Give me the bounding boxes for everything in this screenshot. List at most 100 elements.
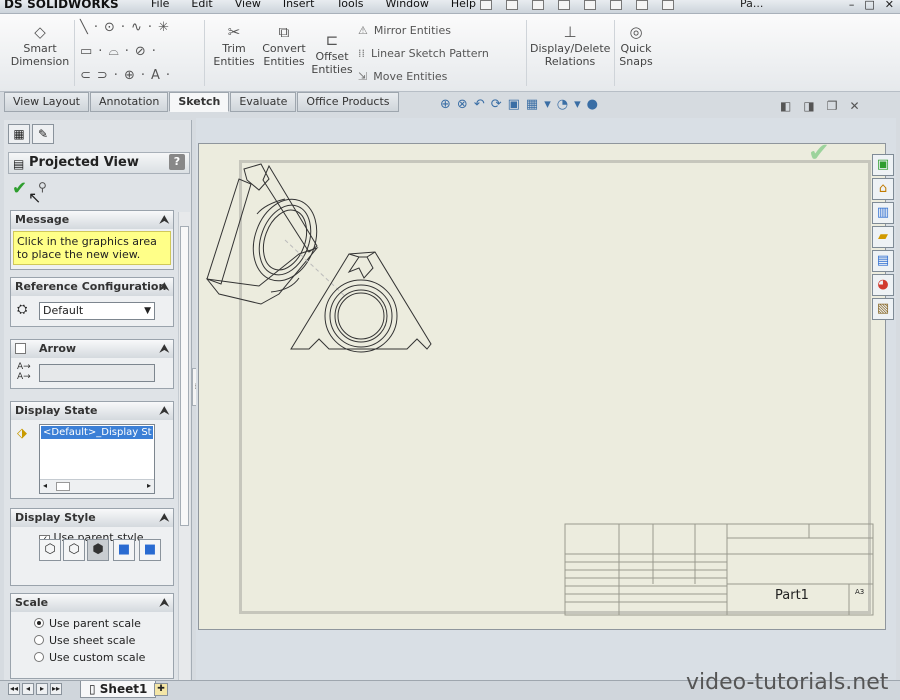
last-sheet-icon[interactable]: ▸▸ — [50, 683, 62, 695]
menu-insert[interactable]: Insert — [272, 0, 326, 11]
arrow-header[interactable]: Arrow ⮝ — [11, 340, 173, 358]
previous-sheet-icon[interactable]: ◂ — [22, 683, 34, 695]
tab-office-products[interactable]: Office Products — [297, 92, 399, 112]
view-orientation-icon[interactable]: ▦ — [526, 97, 538, 112]
zoom-to-fit-icon[interactable]: ⊕ — [440, 97, 451, 112]
use-sheet-scale-radio[interactable]: Use sheet scale — [34, 634, 135, 647]
feature-manager-tab-icon[interactable]: ▦ — [8, 124, 30, 144]
spline-icon[interactable]: ∿ — [131, 20, 148, 35]
reference-configuration-select[interactable]: Default ▼ — [39, 302, 155, 320]
options-icon[interactable] — [662, 0, 674, 10]
rebuild-icon[interactable] — [636, 0, 648, 10]
graphics-area[interactable]: Part1 A3 ✔ — [196, 118, 896, 680]
fillet-icon[interactable]: ⊘ — [135, 44, 152, 59]
confirmation-corner-ok-icon[interactable]: ✔ — [808, 138, 830, 168]
offset-entities-button[interactable]: ⊏ Offset Entities — [310, 32, 354, 76]
first-sheet-icon[interactable]: ◂◂ — [8, 683, 20, 695]
linear-sketch-pattern-button[interactable]: ⁞⁞ Linear Sketch Pattern — [358, 47, 489, 60]
hidden-lines-visible-button[interactable]: ⬡ — [63, 539, 85, 561]
tile-horizontal-icon[interactable]: ◧ — [780, 99, 791, 113]
previous-view-icon[interactable]: ↶ — [474, 97, 485, 112]
open-icon[interactable] — [506, 0, 518, 10]
display-style-header[interactable]: Display Style ⮝ — [11, 509, 173, 527]
text-icon[interactable]: A — [151, 68, 166, 83]
collapse-icon[interactable]: ⮝ — [160, 211, 169, 228]
tab-sketch[interactable]: Sketch — [169, 92, 230, 112]
display-state-list[interactable]: <Default>_Display St ◂ ▸ — [39, 424, 155, 494]
arrow-label-field[interactable] — [39, 364, 155, 382]
shaded-button[interactable]: ■ — [139, 539, 161, 561]
polygon-icon[interactable]: ⊕ — [124, 68, 141, 83]
dropdown-arrow-icon[interactable]: ▾ — [544, 97, 551, 112]
collapse-icon[interactable]: ⮝ — [160, 402, 169, 419]
rectangle-icon[interactable]: ▭ — [80, 44, 98, 59]
tile-vertical-icon[interactable]: ◨ — [803, 99, 814, 113]
menu-tools[interactable]: Tools — [325, 0, 374, 11]
ok-checkmark-icon[interactable]: ✔ — [12, 178, 27, 199]
restore-icon[interactable]: ❐ — [827, 99, 838, 113]
display-delete-relations-button[interactable]: ⊥ Display/Delete Relations — [530, 24, 610, 68]
select-icon[interactable] — [610, 0, 622, 10]
move-entities-button[interactable]: ⇲ Move Entities — [358, 70, 447, 83]
display-state-item[interactable]: <Default>_Display St — [41, 426, 153, 439]
arc-icon[interactable]: ⌓ — [108, 44, 124, 59]
menu-view[interactable]: View — [224, 0, 272, 11]
collapse-icon[interactable]: ⮝ — [160, 594, 169, 611]
mirror-entities-button[interactable]: ⚠ Mirror Entities — [358, 24, 451, 37]
section-view-icon[interactable]: ▣ — [508, 97, 520, 112]
tab-evaluate[interactable]: Evaluate — [230, 92, 297, 112]
reference-configuration-header[interactable]: Reference Configuration ⮝ — [11, 278, 173, 296]
appearance-icon[interactable]: ● — [587, 97, 598, 112]
add-sheet-icon[interactable]: ✚ — [154, 683, 168, 696]
new-document-icon[interactable] — [480, 0, 492, 10]
line-icon[interactable]: ╲ — [80, 20, 94, 35]
maximize-icon[interactable]: □ — [864, 0, 874, 11]
trim-entities-button[interactable]: ✂ Trim Entities — [210, 24, 258, 68]
collapse-icon[interactable]: ⮝ — [160, 340, 169, 357]
panel-scroll-thumb[interactable] — [180, 226, 189, 526]
arrow-checkbox[interactable] — [15, 343, 26, 354]
close-icon[interactable]: ✕ — [885, 0, 894, 11]
tab-view-layout[interactable]: View Layout — [4, 92, 89, 112]
solidworks-resources-icon[interactable]: ▣ — [872, 154, 894, 176]
menu-window[interactable]: Window — [375, 0, 440, 11]
tab-annotation[interactable]: Annotation — [90, 92, 169, 112]
minimize-icon[interactable]: – — [849, 0, 855, 11]
view-palette-icon[interactable]: ▤ — [872, 250, 894, 272]
scale-header[interactable]: Scale ⮝ — [11, 594, 173, 612]
close-icon[interactable]: ✕ — [849, 99, 859, 113]
solidworks-logo[interactable]: DS SOLIDWORKS — [4, 0, 119, 12]
quick-snaps-button[interactable]: ◎ Quick Snaps — [616, 24, 656, 68]
display-state-header[interactable]: Display State ⮝ — [11, 402, 173, 420]
home-icon[interactable]: ⌂ — [872, 178, 894, 200]
design-library-icon[interactable]: ▥ — [872, 202, 894, 224]
scroll-right-icon[interactable]: ▸ — [147, 481, 151, 490]
hidden-lines-removed-button[interactable]: ⬢ — [87, 539, 109, 561]
collapse-icon[interactable]: ⮝ — [160, 509, 169, 526]
horizontal-scrollbar[interactable]: ◂ ▸ — [40, 479, 154, 493]
custom-properties-icon[interactable]: ▧ — [872, 298, 894, 320]
collapse-icon[interactable]: ⮝ — [160, 278, 169, 295]
zoom-to-area-icon[interactable]: ⊗ — [457, 97, 468, 112]
panel-scrollbar[interactable] — [178, 212, 190, 680]
smart-dimension-button[interactable]: ◇ Smart Dimension — [8, 24, 72, 68]
shaded-with-edges-button[interactable]: ■ — [113, 539, 135, 561]
help-button[interactable]: ? — [169, 154, 185, 170]
convert-entities-button[interactable]: ⧉ Convert Entities — [258, 24, 310, 68]
menu-edit[interactable]: Edit — [180, 0, 223, 11]
wireframe-button[interactable]: ⬡ — [39, 539, 61, 561]
print-icon[interactable] — [558, 0, 570, 10]
drawing-sheet[interactable]: Part1 A3 — [198, 143, 886, 630]
menu-file[interactable]: File — [140, 0, 180, 11]
file-explorer-icon[interactable]: ▰ — [872, 226, 894, 248]
point-icon[interactable]: ✳ — [158, 20, 175, 35]
scroll-thumb[interactable] — [56, 482, 70, 491]
scroll-left-icon[interactable]: ◂ — [43, 481, 47, 490]
hide-show-icon[interactable]: ◔ — [557, 97, 568, 112]
save-icon[interactable] — [532, 0, 544, 10]
property-manager-tab-icon[interactable]: ✎ — [32, 124, 54, 144]
slot-icon[interactable]: ⊂⊃ — [80, 68, 114, 83]
use-custom-scale-radio[interactable]: Use custom scale — [34, 651, 145, 664]
undo-icon[interactable] — [584, 0, 596, 10]
next-sheet-icon[interactable]: ▸ — [36, 683, 48, 695]
